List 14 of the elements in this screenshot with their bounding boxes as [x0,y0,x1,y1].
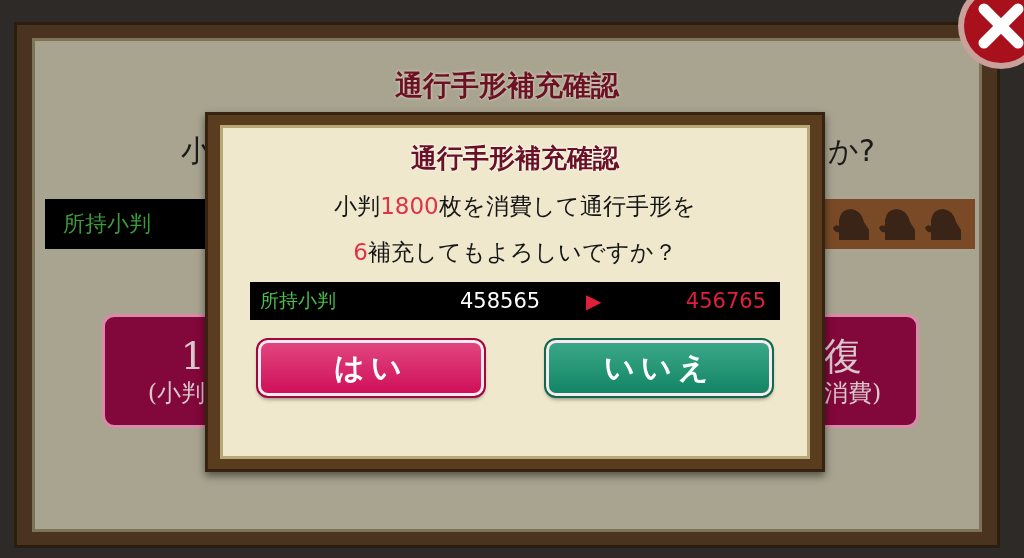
yes-button[interactable]: はい [258,340,484,396]
current-balance: 458565 [460,289,542,313]
message-text: 小判1800枚を消費して通行手形を [334,192,696,221]
question-text: か? [828,133,875,169]
message-text: 6補充してもよろしいですか？ [353,238,677,267]
arrow-icon: ▶ [586,289,602,313]
silhouette-icon [877,206,917,242]
silhouette-icon [923,206,963,242]
silhouette-icon [831,206,871,242]
new-balance: 456765 [685,289,766,313]
panel-title: 通行手形補充確認 [394,69,621,103]
coin-label: 所持小判 [260,288,337,313]
no-button[interactable]: いいえ [546,340,772,396]
dialog-title: 通行手形補充確認 [411,142,619,174]
